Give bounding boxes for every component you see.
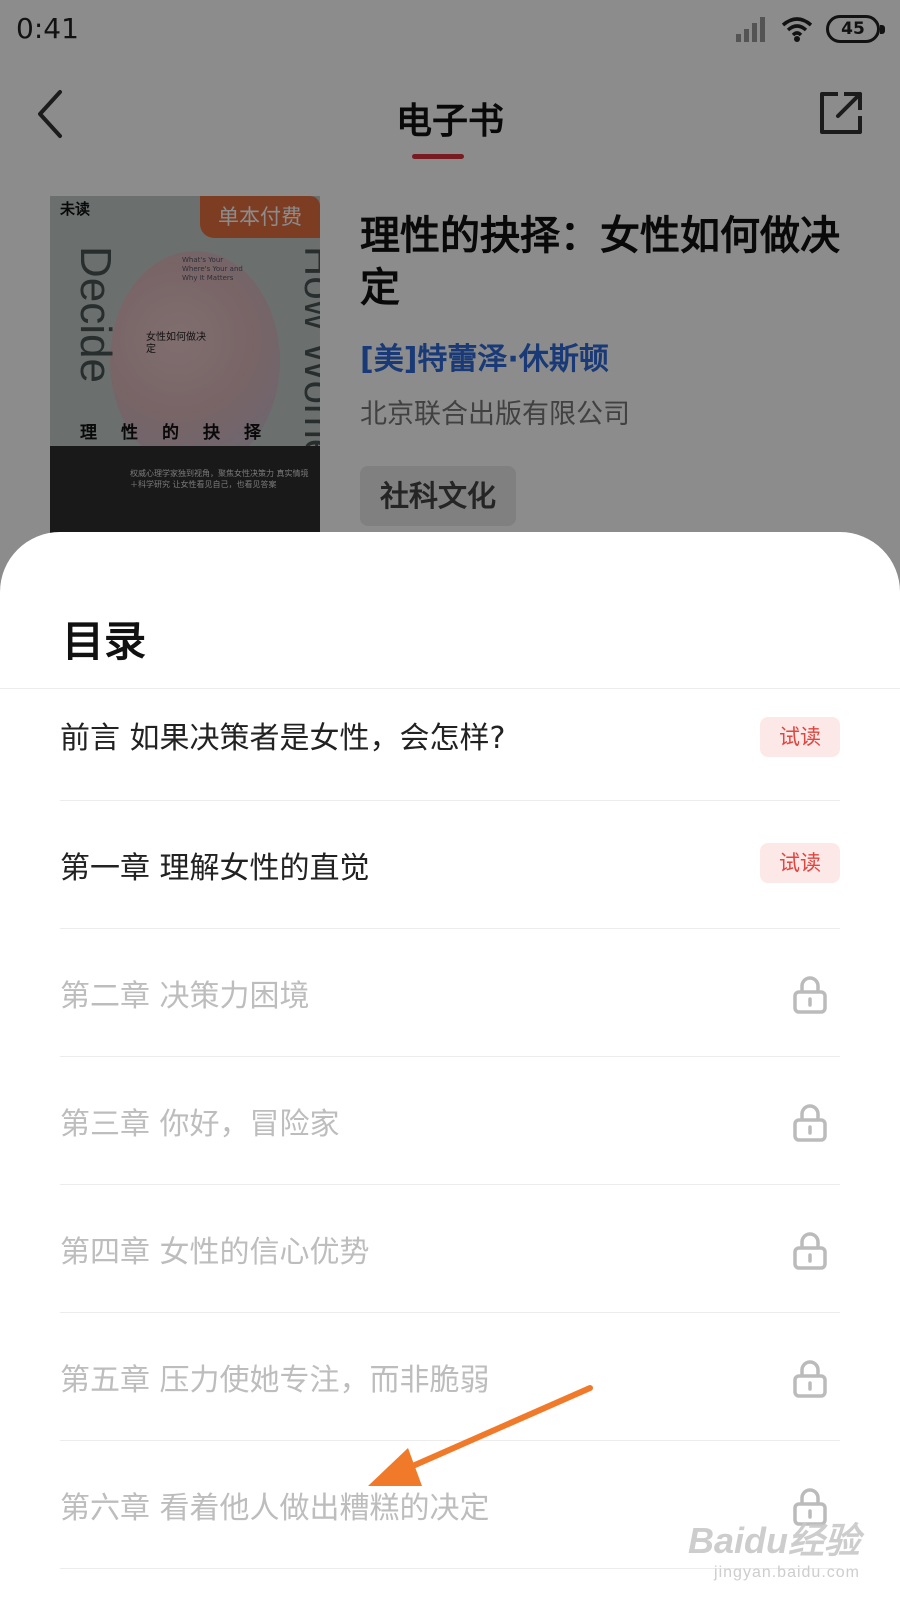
toc-item[interactable]: 前言 如果决策者是女性，会怎样? 试读 xyxy=(60,689,840,801)
toc-item-label: 第一章 理解女性的直觉 xyxy=(60,850,370,886)
watermark-logo: Baidu经验 xyxy=(687,1520,860,1561)
trial-badge[interactable]: 试读 xyxy=(760,843,840,883)
annotation-arrow-icon xyxy=(368,1385,593,1486)
toc-item-label: 第四章 女性的信心优势 xyxy=(60,1234,370,1270)
lock-icon xyxy=(793,1104,827,1142)
toc-item-label: 第三章 你好，冒险家 xyxy=(60,1106,340,1142)
toc-item[interactable]: 第一章 理解女性的直觉 试读 xyxy=(60,801,840,929)
toc-title: 目录 xyxy=(62,617,147,666)
toc-item[interactable]: 第二章 决策力困境 xyxy=(60,929,840,1057)
toc-item[interactable]: 第三章 你好，冒险家 xyxy=(60,1057,840,1185)
watermark-url: jingyan.baidu.com xyxy=(714,1564,860,1581)
watermark: Baidu经验 jingyan.baidu.com xyxy=(688,1512,860,1582)
toc-item-label: 前言 如果决策者是女性，会怎样? xyxy=(60,721,506,756)
toc-item[interactable]: 第四章 女性的信心优势 xyxy=(60,1185,840,1313)
lock-icon xyxy=(793,1232,827,1270)
lock-icon xyxy=(793,1360,827,1398)
lock-icon xyxy=(793,976,827,1014)
toc-item-label: 第二章 决策力困境 xyxy=(60,978,310,1014)
trial-badge[interactable]: 试读 xyxy=(760,717,840,757)
